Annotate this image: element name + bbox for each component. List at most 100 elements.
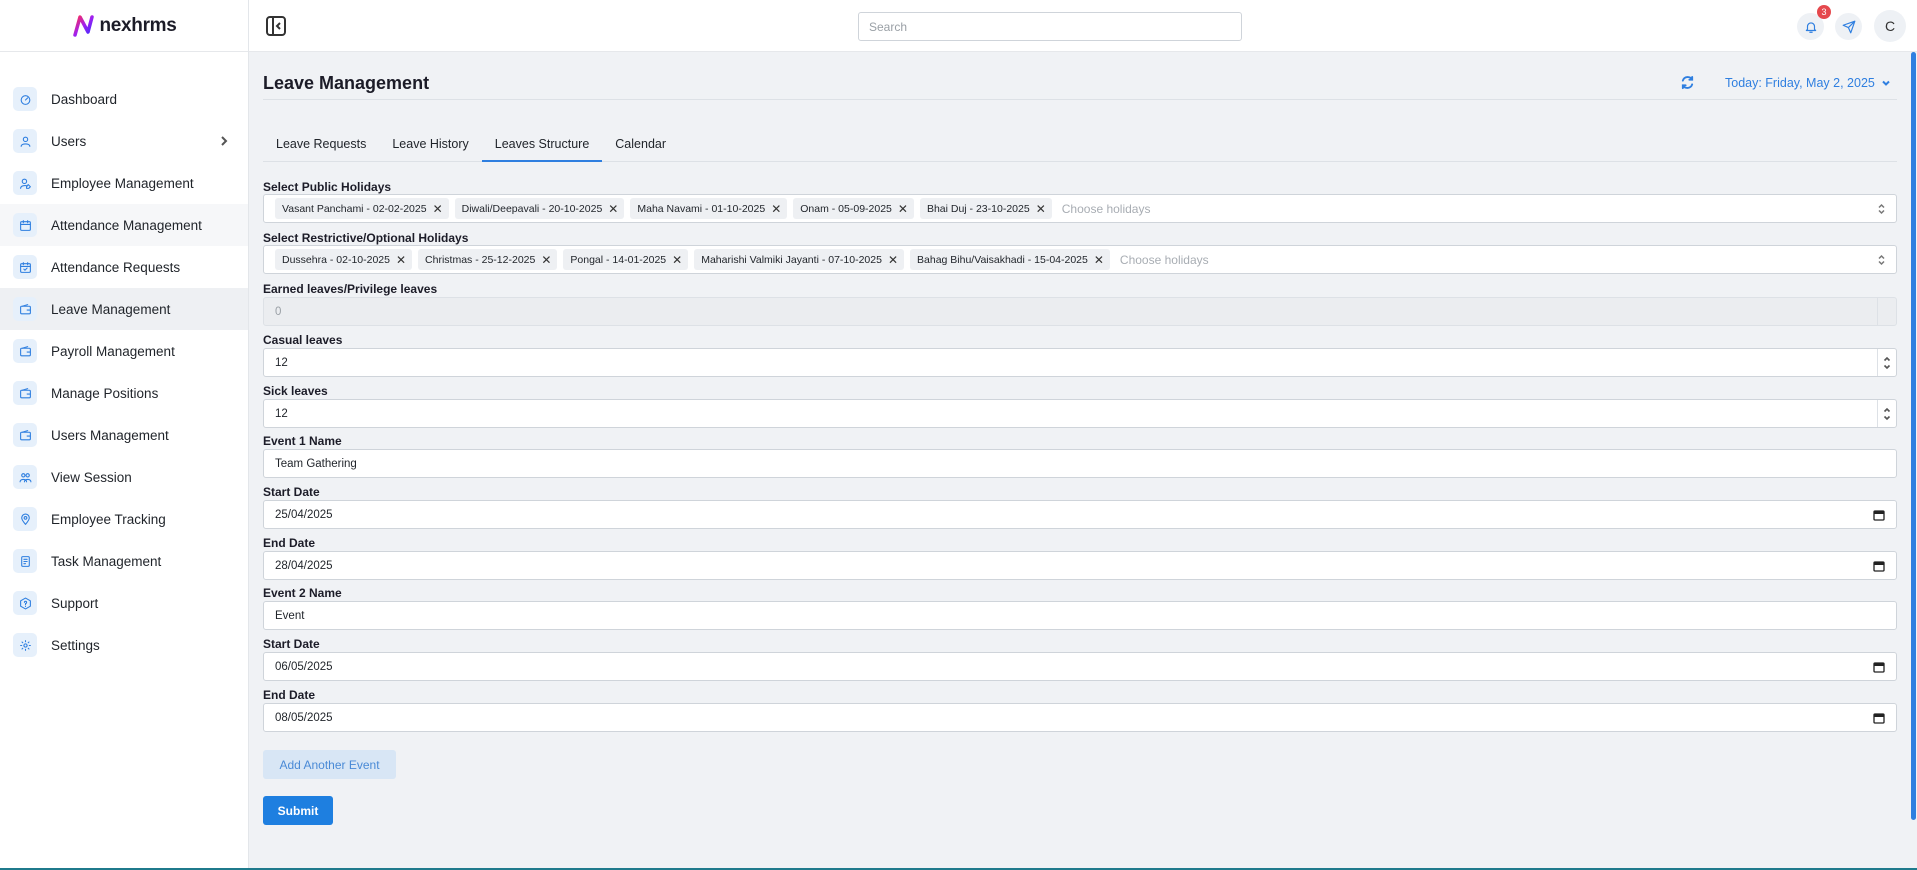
remove-chip-icon[interactable]: ✕ (888, 254, 898, 266)
event1-name-input[interactable]: Team Gathering (263, 449, 1897, 478)
event1-name-label: Event 1 Name (263, 434, 342, 448)
sidebar-item-employee-tracking[interactable]: Employee Tracking (0, 498, 248, 540)
tab-leave-history[interactable]: Leave History (379, 132, 481, 162)
sidebar-item-leave-management[interactable]: Leave Management (0, 288, 248, 330)
holiday-chip: Christmas - 25-12-2025 ✕ (418, 249, 558, 270)
sidebar-item-settings[interactable]: Settings (0, 624, 248, 666)
remove-chip-icon[interactable]: ✕ (541, 254, 551, 266)
notifications-button[interactable]: 3 (1797, 5, 1831, 40)
casual-leaves-label: Casual leaves (263, 333, 343, 347)
sidebar-item-manage-positions[interactable]: Manage Positions (0, 372, 248, 414)
event2-name-input[interactable]: Event (263, 601, 1897, 630)
event2-start-date-value: 06/05/2025 (275, 660, 333, 673)
sick-leaves-label: Sick leaves (263, 384, 328, 398)
sidebar-item-support[interactable]: Support (0, 582, 248, 624)
user-avatar[interactable]: C (1874, 10, 1906, 42)
tab-leaves-structure[interactable]: Leaves Structure (481, 132, 603, 162)
remove-chip-icon[interactable]: ✕ (433, 203, 443, 215)
chip-label: Bahag Bihu/Vaisakhadi - 15-04-2025 (917, 253, 1088, 266)
earned-leaves-input: 0 (263, 297, 1897, 326)
holiday-chip: Bhai Duj - 23-10-2025 ✕ (919, 198, 1052, 219)
calendar-picker-icon[interactable] (1873, 712, 1885, 724)
select-arrows-icon (1877, 254, 1886, 266)
sidebar-item-payroll-management[interactable]: Payroll Management (0, 330, 248, 372)
chevron-up-icon[interactable] (1883, 406, 1891, 414)
event1-start-date-input[interactable]: 25/04/2025 (263, 500, 1897, 529)
calendar-icon (13, 213, 37, 237)
holiday-chip: Vasant Panchami - 02-02-2025 ✕ (275, 198, 449, 219)
event2-start-date-input[interactable]: 06/05/2025 (263, 652, 1897, 681)
today-date-label: Today: Friday, May 2, 2025 (1725, 76, 1875, 90)
remove-chip-icon[interactable]: ✕ (396, 254, 406, 266)
sidebar-item-label: Payroll Management (51, 343, 175, 359)
brand-logo[interactable]: nexhrms (0, 0, 248, 52)
tab-calendar[interactable]: Calendar (602, 132, 679, 162)
sidebar-item-view-session[interactable]: View Session (0, 456, 248, 498)
add-another-event-button[interactable]: Add Another Event (263, 750, 396, 779)
tab-leave-requests[interactable]: Leave Requests (263, 132, 379, 162)
remove-chip-icon[interactable]: ✕ (608, 203, 618, 215)
casual-leaves-input[interactable]: 12 (263, 348, 1897, 377)
chevron-down-icon[interactable] (1883, 414, 1891, 422)
sidebar-item-users-management[interactable]: Users Management (0, 414, 248, 456)
holiday-chip: Onam - 05-09-2025 ✕ (793, 198, 914, 219)
sidebar-item-label: Attendance Requests (51, 259, 181, 275)
remove-chip-icon[interactable]: ✕ (1094, 254, 1104, 266)
chevron-down-icon[interactable] (1883, 363, 1891, 371)
user-edit-icon (13, 171, 37, 195)
title-divider (263, 99, 1897, 100)
calendar-picker-icon[interactable] (1873, 661, 1885, 673)
sidebar-item-label: Employee Management (51, 175, 194, 191)
sick-leaves-input[interactable]: 12 (263, 399, 1897, 428)
chevron-down-icon (1882, 80, 1890, 86)
search-input[interactable] (858, 12, 1242, 41)
calendar-picker-icon[interactable] (1873, 509, 1885, 521)
holiday-chip: Diwali/Deepavali - 20-10-2025 ✕ (454, 198, 625, 219)
send-icon (1842, 20, 1855, 33)
event1-start-date-label: Start Date (263, 485, 320, 499)
event1-end-date-input[interactable]: 28/04/2025 (263, 551, 1897, 580)
event2-end-date-input[interactable]: 08/05/2025 (263, 703, 1897, 732)
choose-holidays-placeholder[interactable]: Choose holidays (1120, 253, 1209, 267)
sick-leaves-value: 12 (275, 407, 288, 420)
refresh-button[interactable] (1680, 75, 1695, 90)
remove-chip-icon[interactable]: ✕ (898, 203, 908, 215)
remove-chip-icon[interactable]: ✕ (672, 254, 682, 266)
submit-button[interactable]: Submit (263, 796, 333, 825)
sidebar-item-attendance-requests[interactable]: Attendance Requests (0, 246, 248, 288)
gear-icon (13, 633, 37, 657)
today-date-dropdown[interactable]: Today: Friday, May 2, 2025 (1725, 76, 1891, 90)
chip-label: Christmas - 25-12-2025 (425, 253, 536, 266)
event2-name-value: Event (275, 609, 305, 622)
chip-label: Onam - 05-09-2025 (800, 202, 892, 215)
sidebar-item-label: Task Management (51, 553, 162, 569)
chip-label: Maha Navami - 01-10-2025 (637, 202, 766, 215)
sidebar-item-users[interactable]: Users (0, 120, 248, 162)
holiday-chip: Bahag Bihu/Vaisakhadi - 15-04-2025 ✕ (910, 249, 1110, 270)
number-stepper[interactable] (1877, 400, 1896, 427)
sidebar-item-label: Users Management (51, 427, 169, 443)
earned-leaves-value: 0 (275, 305, 282, 318)
restrictive-holidays-select[interactable]: Dussehra - 02-10-2025 ✕ Christmas - 25-12… (263, 245, 1897, 274)
chevron-up-icon[interactable] (1883, 355, 1891, 363)
sidebar-item-employee-management[interactable]: Employee Management (0, 162, 248, 204)
sidebar-item-label: Users (51, 133, 87, 149)
public-holidays-select[interactable]: Vasant Panchami - 02-02-2025 ✕ Diwali/Dee… (263, 194, 1897, 223)
sidebar-item-attendance-management[interactable]: Attendance Management (0, 204, 248, 246)
chip-label: Diwali/Deepavali - 20-10-2025 (461, 202, 603, 215)
remove-chip-icon[interactable]: ✕ (771, 203, 781, 215)
wallet-icon (13, 339, 37, 363)
sidebar-item-label: Settings (51, 637, 100, 653)
calendar-picker-icon[interactable] (1873, 560, 1885, 572)
messages-button[interactable] (1835, 13, 1862, 40)
sidebar-item-dashboard[interactable]: Dashboard (0, 78, 248, 120)
choose-holidays-placeholder[interactable]: Choose holidays (1062, 202, 1151, 216)
event1-end-date-label: End Date (263, 536, 316, 550)
remove-chip-icon[interactable]: ✕ (1036, 203, 1046, 215)
page-scrollbar[interactable] (1911, 52, 1916, 820)
sidebar-item-task-management[interactable]: Task Management (0, 540, 248, 582)
number-stepper[interactable] (1877, 349, 1896, 376)
event2-name-label: Event 2 Name (263, 586, 342, 600)
sidebar-toggle-button[interactable] (265, 15, 287, 37)
top-header: 3 C (249, 0, 1917, 52)
